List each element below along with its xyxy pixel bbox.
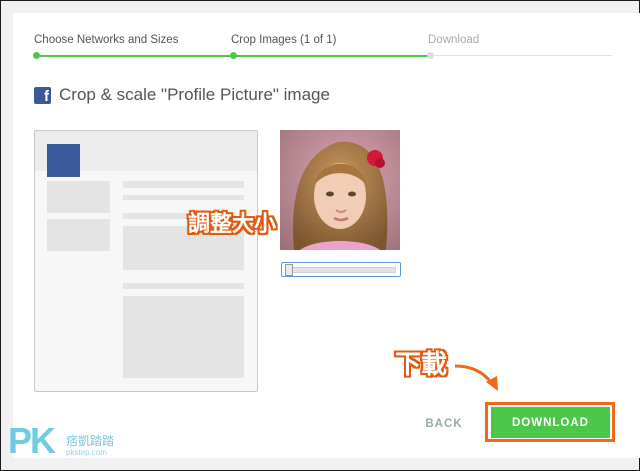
step-dot-2 [230, 52, 237, 59]
step-progress: Choose Networks and Sizes Crop Images (1… [33, 34, 612, 60]
facebook-icon: f [34, 86, 51, 105]
girl-portrait-image [280, 130, 400, 250]
step-choose-networks[interactable]: Choose Networks and Sizes [34, 34, 178, 46]
crop-image[interactable] [280, 130, 400, 250]
preview-text-line [123, 283, 244, 289]
page-title: Crop & scale "Profile Picture" image [59, 85, 330, 104]
step-crop-images[interactable]: Crop Images (1 of 1) [231, 34, 336, 46]
preview-post-block [123, 296, 244, 378]
slider-track[interactable] [288, 267, 396, 273]
preview-sidebar-block [47, 181, 110, 213]
slider-handle[interactable] [285, 264, 293, 276]
profile-layout-preview [34, 130, 258, 392]
step-dot-3 [427, 52, 434, 59]
arrow-icon [454, 364, 498, 391]
progress-line-pending [432, 55, 612, 56]
back-button[interactable]: BACK [414, 410, 474, 436]
preview-avatar [47, 144, 80, 177]
preview-text-line [123, 195, 244, 200]
download-button[interactable]: DOWNLOAD [491, 407, 610, 438]
step-dot-1 [33, 52, 40, 59]
watermark-url: pkstep.com [66, 448, 107, 457]
scale-slider[interactable] [281, 262, 401, 277]
watermark-name: 痞凱踏踏 [66, 434, 115, 448]
resize-annotation: 調整大小 [188, 211, 277, 236]
crop-title-row: f Crop & scale "Profile Picture" image [34, 84, 330, 106]
preview-text-line [123, 181, 244, 188]
watermark-logo: PK [8, 420, 56, 461]
preview-sidebar-block [47, 219, 110, 251]
download-annotation: 下載 [395, 349, 448, 379]
step-download: Download [428, 34, 480, 46]
